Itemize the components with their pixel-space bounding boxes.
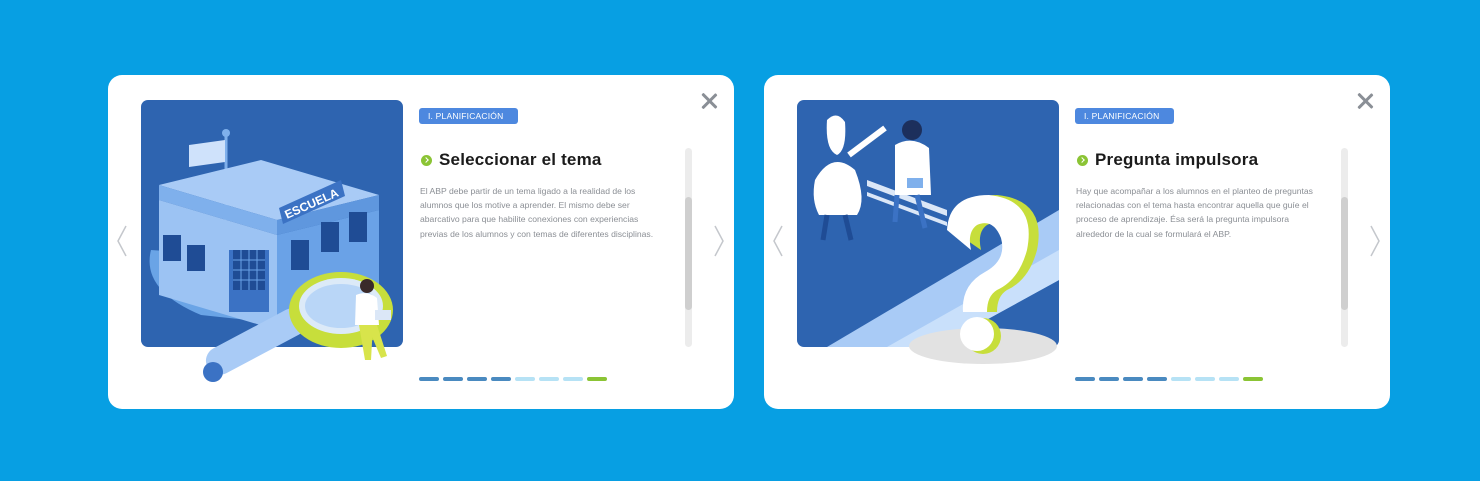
step-dot[interactable] — [515, 377, 535, 381]
chevron-right-icon[interactable] — [713, 225, 725, 257]
chevron-right-icon[interactable] — [1369, 225, 1381, 257]
step-dot[interactable] — [467, 377, 487, 381]
title-row: Pregunta impulsora — [1077, 150, 1258, 170]
title-row: Seleccionar el tema — [421, 150, 602, 170]
step-dot[interactable] — [1075, 377, 1095, 381]
card-body-text: Hay que acompañar a los alumnos en el pl… — [1076, 186, 1313, 239]
scrollbar[interactable] — [685, 148, 692, 347]
card-body-text: El ABP debe partir de un tema ligado a l… — [420, 186, 654, 239]
step-dot[interactable] — [539, 377, 559, 381]
step-dot[interactable] — [1171, 377, 1191, 381]
card-title: Pregunta impulsora — [1095, 150, 1259, 169]
step-dot[interactable] — [1243, 377, 1263, 381]
step-dot[interactable] — [1099, 377, 1119, 381]
close-icon[interactable] — [700, 92, 718, 110]
close-icon[interactable] — [1356, 92, 1374, 110]
section-badge: I. PLANIFICACIÓN — [1075, 108, 1174, 124]
step-dot[interactable] — [419, 377, 439, 381]
section-badge: I. PLANIFICACIÓN — [419, 108, 518, 124]
scrollbar[interactable] — [1341, 148, 1348, 347]
step-dot[interactable] — [1147, 377, 1167, 381]
modal-card-pregunta-impulsora: I. PLANIFICACIÓN Pregunta impulsora Hay … — [764, 75, 1390, 409]
chevron-left-icon[interactable] — [116, 225, 128, 257]
question-illustration — [797, 100, 1059, 364]
card-title: Seleccionar el tema — [439, 150, 602, 169]
step-indicator — [1075, 377, 1267, 381]
step-dot[interactable] — [443, 377, 463, 381]
scrollbar-thumb[interactable] — [685, 197, 692, 310]
step-dot[interactable] — [1123, 377, 1143, 381]
step-dot[interactable] — [1219, 377, 1239, 381]
step-dot[interactable] — [587, 377, 607, 381]
modal-card-seleccionar-tema: ESCUELA I. PLANIFICACIÓN Seleccionar el … — [108, 75, 734, 409]
step-dot[interactable] — [491, 377, 511, 381]
step-dot[interactable] — [1195, 377, 1215, 381]
school-illustration: ESCUELA — [141, 100, 403, 382]
step-dot[interactable] — [563, 377, 583, 381]
scrollbar-thumb[interactable] — [1341, 197, 1348, 310]
chevron-left-icon[interactable] — [772, 225, 784, 257]
chevron-circle-icon — [1077, 154, 1088, 166]
step-indicator — [419, 377, 611, 381]
chevron-circle-icon — [421, 154, 432, 166]
